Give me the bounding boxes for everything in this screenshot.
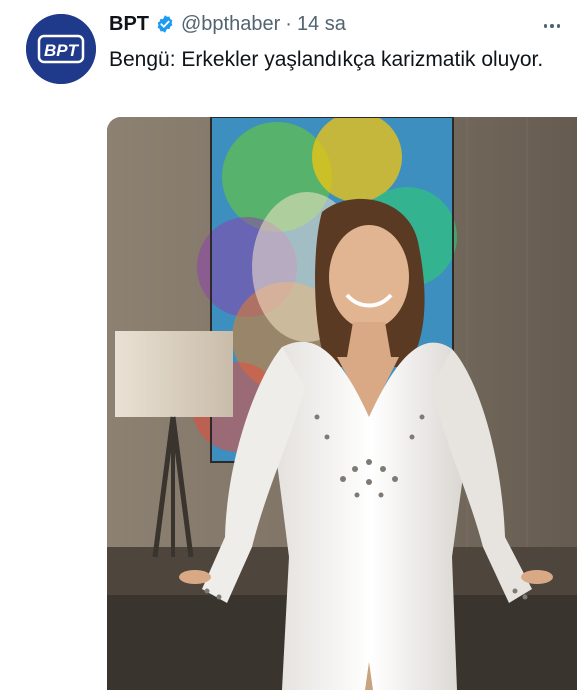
- tweet[interactable]: BPT BPT @bpthaber · 14 sa Bengü: Erkekle…: [0, 0, 577, 690]
- user-handle[interactable]: @bpthaber: [181, 13, 280, 36]
- tweet-header: BPT @bpthaber · 14 sa: [109, 10, 346, 38]
- separator-dot: ·: [285, 12, 292, 35]
- bpt-logo: BPT: [26, 14, 96, 84]
- display-name[interactable]: BPT: [109, 13, 149, 36]
- svg-text:BPT: BPT: [44, 41, 80, 60]
- more-options-icon[interactable]: [539, 16, 565, 36]
- tweet-text: Bengü: Erkekler yaşlandıkça karizmatik o…: [109, 48, 544, 71]
- photo-image: [107, 117, 577, 690]
- timestamp[interactable]: 14 sa: [297, 13, 346, 36]
- avatar[interactable]: BPT: [26, 14, 96, 84]
- tweet-photo[interactable]: [107, 117, 577, 690]
- verified-badge-icon: [155, 14, 175, 34]
